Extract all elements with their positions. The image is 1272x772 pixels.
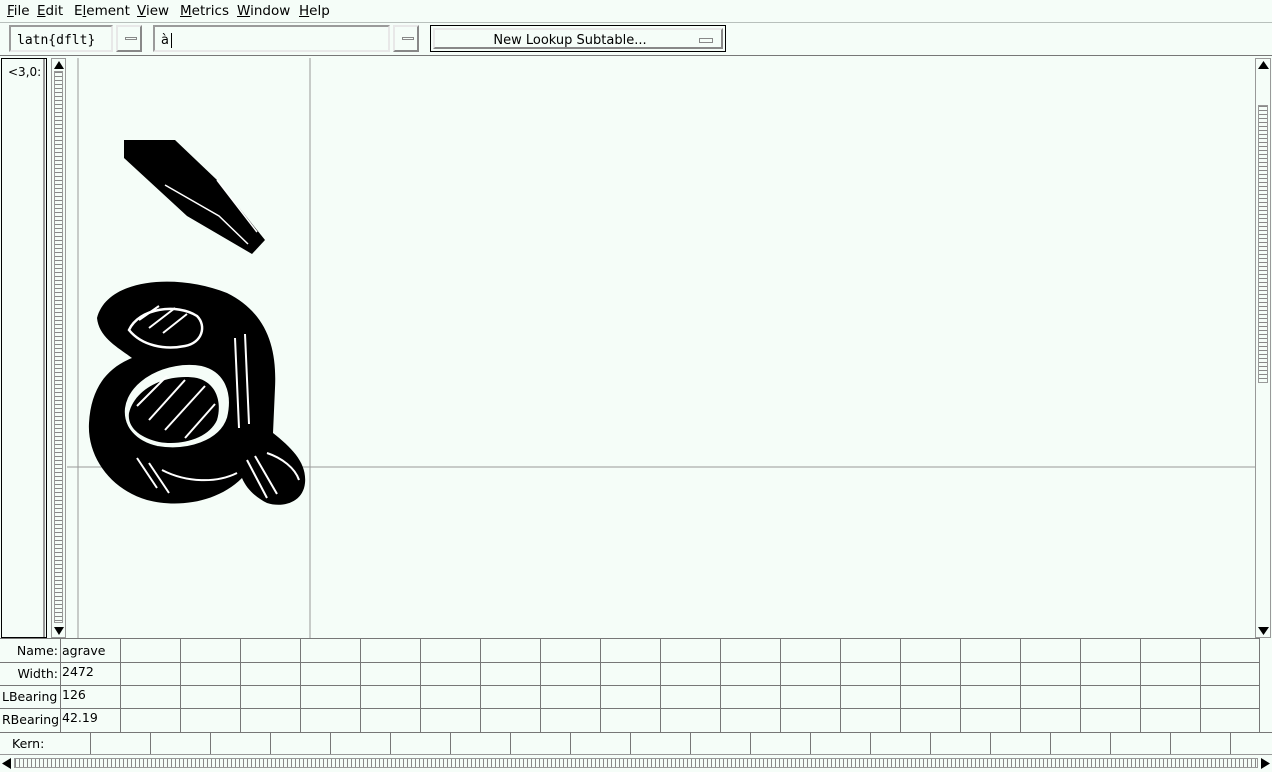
left-vertical-scrollbar[interactable] bbox=[51, 58, 66, 638]
rbearing-value[interactable]: 42.19 bbox=[62, 710, 98, 725]
menu-window[interactable]: Window bbox=[237, 3, 290, 19]
scroll-thumb[interactable] bbox=[14, 758, 1258, 768]
lbearing-label: LBearing bbox=[2, 689, 58, 704]
horizontal-scrollbar[interactable] bbox=[0, 754, 1272, 772]
kern-grid-lines bbox=[90, 733, 1231, 755]
right-vertical-scrollbar[interactable] bbox=[1255, 58, 1271, 638]
width-label: Width: bbox=[17, 666, 58, 681]
glyph-drawing bbox=[67, 58, 1255, 638]
text-value: à bbox=[161, 33, 169, 48]
menu-edit[interactable]: Edit bbox=[37, 3, 63, 19]
dropdown-icon bbox=[125, 37, 137, 40]
script-field[interactable]: latn{dflt} bbox=[9, 25, 113, 52]
menu-element[interactable]: Element bbox=[74, 3, 130, 19]
lookup-subtable-button[interactable]: New Lookup Subtable... bbox=[430, 25, 726, 52]
letter-a-shape bbox=[88, 281, 306, 505]
grave-accent-shape bbox=[124, 140, 265, 254]
metrics-grid: Name: agrave Width: 2472 LBearing 126 RB… bbox=[0, 638, 1260, 734]
dropdown-icon bbox=[402, 37, 414, 40]
width-value[interactable]: 2472 bbox=[62, 664, 94, 679]
text-input[interactable]: à bbox=[153, 25, 390, 52]
glyph-list-item[interactable]: <3,0: bbox=[8, 65, 41, 79]
scroll-thumb[interactable] bbox=[54, 71, 63, 623]
kern-label: Kern: bbox=[12, 736, 45, 751]
menu-file[interactable]: File bbox=[7, 3, 30, 19]
lbearing-value[interactable]: 126 bbox=[62, 687, 86, 702]
name-label: Name: bbox=[16, 643, 58, 658]
triangle-right-icon[interactable] bbox=[1260, 757, 1271, 770]
text-cursor bbox=[171, 33, 172, 48]
triangle-down-icon[interactable] bbox=[53, 626, 65, 636]
script-value: latn{dflt} bbox=[17, 33, 96, 48]
menu-help[interactable]: Help bbox=[299, 3, 330, 19]
menu-metrics[interactable]: Metrics bbox=[180, 3, 229, 19]
name-value[interactable]: agrave bbox=[62, 643, 105, 658]
glyph-canvas[interactable] bbox=[67, 58, 1255, 638]
triangle-up-icon[interactable] bbox=[1257, 60, 1270, 70]
metrics-grid-lines bbox=[0, 639, 1260, 732]
kern-row: Kern: bbox=[0, 732, 1272, 755]
menu-bar: File Edit Element View Metrics Window He… bbox=[0, 0, 1272, 23]
dropdown-icon bbox=[699, 38, 713, 43]
triangle-down-icon[interactable] bbox=[1257, 626, 1270, 636]
glyph-list-panel[interactable]: <3,0: bbox=[1, 58, 47, 638]
lookup-subtable-label: New Lookup Subtable... bbox=[493, 33, 647, 48]
triangle-left-icon[interactable] bbox=[1, 757, 12, 770]
scroll-thumb[interactable] bbox=[1258, 105, 1268, 383]
rbearing-label: RBearing bbox=[2, 712, 60, 727]
triangle-up-icon[interactable] bbox=[53, 60, 65, 70]
script-dropdown-button[interactable] bbox=[116, 25, 142, 52]
text-dropdown-button[interactable] bbox=[393, 25, 419, 52]
menu-view[interactable]: View bbox=[137, 3, 169, 19]
